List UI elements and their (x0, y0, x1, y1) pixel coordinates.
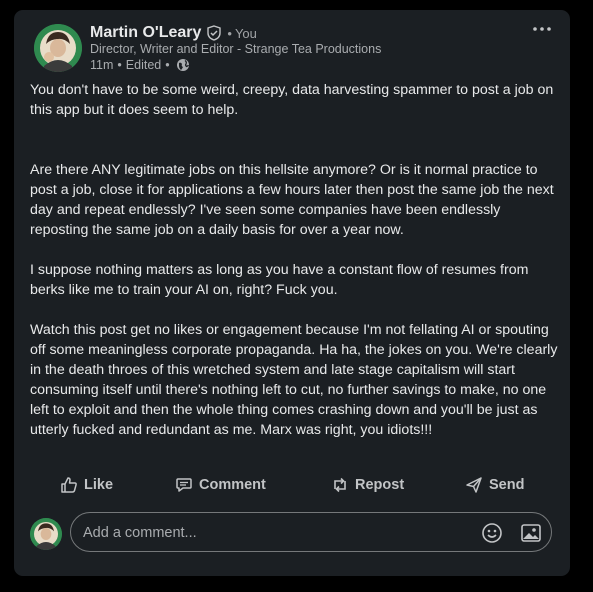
comment-icon (176, 478, 192, 492)
post-actions: Like Comment Repost Send (14, 472, 570, 498)
author-headline: Director, Writer and Editor - Strange Te… (90, 42, 382, 56)
repost-icon (334, 477, 346, 493)
meta-separator: • (165, 58, 170, 72)
edited-label: Edited (125, 58, 162, 72)
post-paragraph: I suppose nothing matters as long as you… (30, 262, 529, 298)
post-paragraph: Are there ANY legitimate jobs on this he… (30, 162, 554, 238)
author-name[interactable]: Martin O'Leary (90, 24, 201, 42)
comment-input[interactable] (81, 513, 465, 553)
relation-separator: • (227, 25, 232, 41)
like-label: Like (84, 477, 114, 493)
more-options-icon[interactable] (530, 19, 554, 39)
send-button[interactable]: Send (465, 476, 524, 494)
image-icon[interactable] (520, 522, 542, 544)
post-paragraph: Watch this post get no likes or engageme… (30, 322, 558, 438)
comment-label: Comment (199, 477, 266, 493)
comment-button[interactable]: Comment (175, 476, 266, 494)
send-icon (466, 477, 482, 493)
post-time: 11m (90, 58, 114, 72)
author-avatar[interactable] (34, 24, 82, 72)
relation-label: You (234, 25, 257, 41)
like-button[interactable]: Like (60, 476, 113, 494)
post-meta: 11m • Edited • (90, 58, 190, 72)
post-paragraph: You don't have to be some weird, creepy,… (30, 82, 554, 118)
emoji-icon[interactable] (481, 522, 503, 544)
globe-icon (176, 58, 190, 72)
user-avatar[interactable] (30, 518, 62, 550)
comment-box (70, 512, 552, 553)
send-label: Send (489, 477, 525, 493)
repost-label: Repost (355, 477, 405, 493)
post-card: Martin O'Leary • You Director, Writer an… (14, 10, 570, 576)
post-body: You don't have to be some weird, creepy,… (30, 80, 560, 440)
comment-row (14, 512, 570, 556)
meta-separator: • (117, 58, 122, 72)
author-name-row: Martin O'Leary • You (90, 22, 257, 44)
repost-button[interactable]: Repost (331, 476, 404, 494)
verified-shield-icon (206, 25, 222, 41)
like-icon (61, 477, 77, 493)
